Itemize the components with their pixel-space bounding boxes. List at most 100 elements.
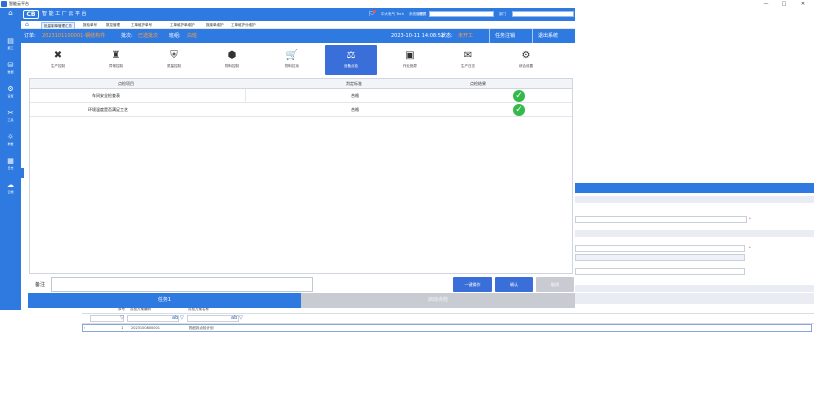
status-bar: 订单: 2023101100001-钢结构件 批次: 已选批次 班组: 白班 2…	[21, 29, 575, 43]
background-window-header	[575, 183, 814, 193]
row-name: 物品拆点检计划	[189, 326, 214, 330]
required-mark: *	[749, 246, 751, 250]
background-input[interactable]	[575, 268, 745, 275]
sidebar-item-params[interactable]: ☼ 参数	[0, 132, 21, 152]
background-select[interactable]	[575, 254, 745, 261]
tab-batch-summary[interactable]: 批量制单管理汇总	[41, 22, 75, 29]
sidebar-item-tools[interactable]: ✂ 工具	[0, 108, 21, 128]
filter-icon[interactable]: ▽	[120, 315, 124, 322]
confirm-button[interactable]: 确认	[495, 277, 533, 292]
org-select[interactable]	[429, 11, 494, 17]
role-label: 部门	[499, 12, 506, 16]
sidebar-item-home[interactable]: ⌂	[0, 8, 21, 28]
grid-icon: ▦	[7, 157, 14, 165]
tab-inspection-no[interactable]: 报检单号	[81, 22, 99, 29]
os-title-bar: 智能云平台 — □ ✕	[0, 0, 814, 8]
tile-label: 物料拉动	[285, 64, 299, 68]
notification-dot	[373, 10, 376, 13]
sidebar-item-label: 云端	[7, 190, 14, 194]
equipment-icon: ⚖	[346, 50, 356, 61]
row-pointer-icon: ›	[84, 326, 86, 330]
tile-quality-control[interactable]: ⛨ 质量控制	[148, 45, 200, 75]
remark-input[interactable]	[51, 277, 313, 292]
sidebar-item-report[interactable]: ▤ 报工	[0, 36, 21, 56]
guide-icon: ▣	[405, 50, 415, 61]
standard-value: 合格	[351, 107, 359, 112]
table-row[interactable]: › 1 2023100800001 物品拆点检计划	[82, 324, 812, 332]
tenant-text: 中大电气 Tech	[381, 12, 404, 16]
tile-production-control[interactable]: ✖ 生产控制	[32, 45, 84, 75]
sidebar-item-label: 设置	[7, 94, 14, 98]
gear-icon: ⚙	[521, 50, 531, 61]
one-click-button[interactable]: 一键操作	[453, 277, 492, 292]
filter-mode-icon[interactable]: ab	[231, 315, 237, 322]
box-icon: ⬢	[227, 50, 237, 61]
database-icon: ⛁	[7, 61, 14, 69]
app-icon	[1, 1, 7, 7]
role-select[interactable]	[512, 11, 574, 17]
batch-value: 已选批次	[138, 33, 159, 39]
report-icon: ▤	[7, 37, 14, 45]
maximize-button[interactable]: □	[776, 0, 792, 8]
check-table: 点检项目 判定标准 点检结果 车间安全检查表 合格 ✓ 环境温度是否满足工艺 合…	[29, 78, 573, 274]
tile-label: 生产日志	[461, 64, 475, 68]
sidebar-item-cloud[interactable]: ☁ 云端	[0, 180, 21, 200]
standard-value: 合格	[351, 93, 359, 98]
col-standard: 判定标准	[346, 81, 362, 86]
exit-system-button[interactable]: 退出系统	[532, 29, 558, 43]
filter-icon[interactable]: ▽	[239, 315, 243, 322]
home-icon[interactable]: ⌂	[25, 21, 29, 29]
batch-label: 批次:	[121, 33, 133, 39]
datetime: 2023-10-11 14:08:52	[391, 33, 445, 39]
remark-label: 备注	[35, 282, 46, 288]
team-label: 班组:	[169, 33, 181, 39]
tile-general-settings[interactable]: ⚙ 综合设置	[500, 45, 552, 75]
background-section-band	[575, 196, 814, 203]
tile-work-guide[interactable]: ▣ 作业指导	[384, 45, 436, 75]
window-title: 智能云平台	[9, 1, 29, 6]
alarm-icon: ♜	[111, 50, 121, 61]
tab-workorder-maint[interactable]: 工单维护单维护	[168, 22, 197, 29]
filter-icon[interactable]: ▽	[180, 315, 184, 322]
sidebar-item-label: 工具	[7, 118, 14, 122]
tools-icon: ✖	[53, 50, 63, 61]
table-row[interactable]: 车间安全检查表 合格 ✓	[30, 89, 572, 103]
sidebar-item-data[interactable]: ⛁ 数据	[0, 60, 21, 80]
background-select[interactable]	[575, 245, 745, 252]
filter-mode-icon[interactable]: ab	[172, 315, 178, 322]
sidebar-item-log[interactable]: ▦ 日志	[0, 156, 21, 176]
background-input[interactable]	[575, 216, 747, 223]
app-header: CB 智 能 工 厂 云 平 台 ⚐ 中大电气 Tech 系统管理员 组织 部门	[21, 8, 575, 21]
minimize-button[interactable]: —	[758, 0, 774, 8]
sidebar: ⌂ ▤ 报工 ⛁ 数据 ⚙ 设置 ✂ 工具 ☼ 参数 ▦ 日志 ☁ 云端	[0, 8, 21, 310]
tile-exception-control[interactable]: ♜ 异常控制	[90, 45, 142, 75]
tile-label: 质量控制	[167, 64, 181, 68]
tile-equipment-check[interactable]: ⚖ 设备点检	[325, 45, 377, 75]
sidebar-collapse-handle[interactable]	[21, 168, 24, 178]
task-logout-button[interactable]: 任务注销	[489, 29, 515, 43]
tab-workorder-split[interactable]: 工单维护分维护	[229, 22, 258, 29]
ok-check-icon[interactable]: ✓	[513, 104, 525, 116]
tab-scrap-maint[interactable]: 报废单维护	[204, 22, 226, 29]
sidebar-item-settings[interactable]: ⚙ 设置	[0, 84, 21, 104]
tab-workorder-no[interactable]: 工单维护单号	[129, 22, 154, 29]
col-result: 点检结果	[470, 81, 486, 86]
ok-check-icon[interactable]: ✓	[513, 90, 525, 102]
sidebar-item-label: 参数	[7, 142, 14, 146]
cancel-button[interactable]: 取消	[536, 277, 574, 292]
tab-start-check[interactable]: 启动点检	[301, 293, 575, 308]
tile-material-control[interactable]: ⬢ 物料控制	[206, 45, 258, 75]
tile-material-pull[interactable]: 🛒 物料拉动	[266, 45, 318, 75]
background-section-band	[575, 285, 814, 292]
row-code: 2023100800001	[131, 326, 160, 330]
app-logo: CB	[23, 10, 39, 19]
tile-label: 设备点检	[344, 64, 358, 68]
table-row[interactable]: 环境温度是否满足工艺 合格 ✓	[30, 103, 572, 117]
close-button[interactable]: ✕	[795, 0, 811, 8]
tile-label: 物料控制	[225, 64, 239, 68]
filter-seq[interactable]	[90, 315, 124, 322]
tab-task[interactable]: 任务1	[28, 293, 301, 308]
tab-cnc[interactable]: 数控管理	[104, 22, 122, 29]
sidebar-item-label: 报工	[7, 46, 14, 50]
tile-production-log[interactable]: ✉ 生产日志	[442, 45, 494, 75]
